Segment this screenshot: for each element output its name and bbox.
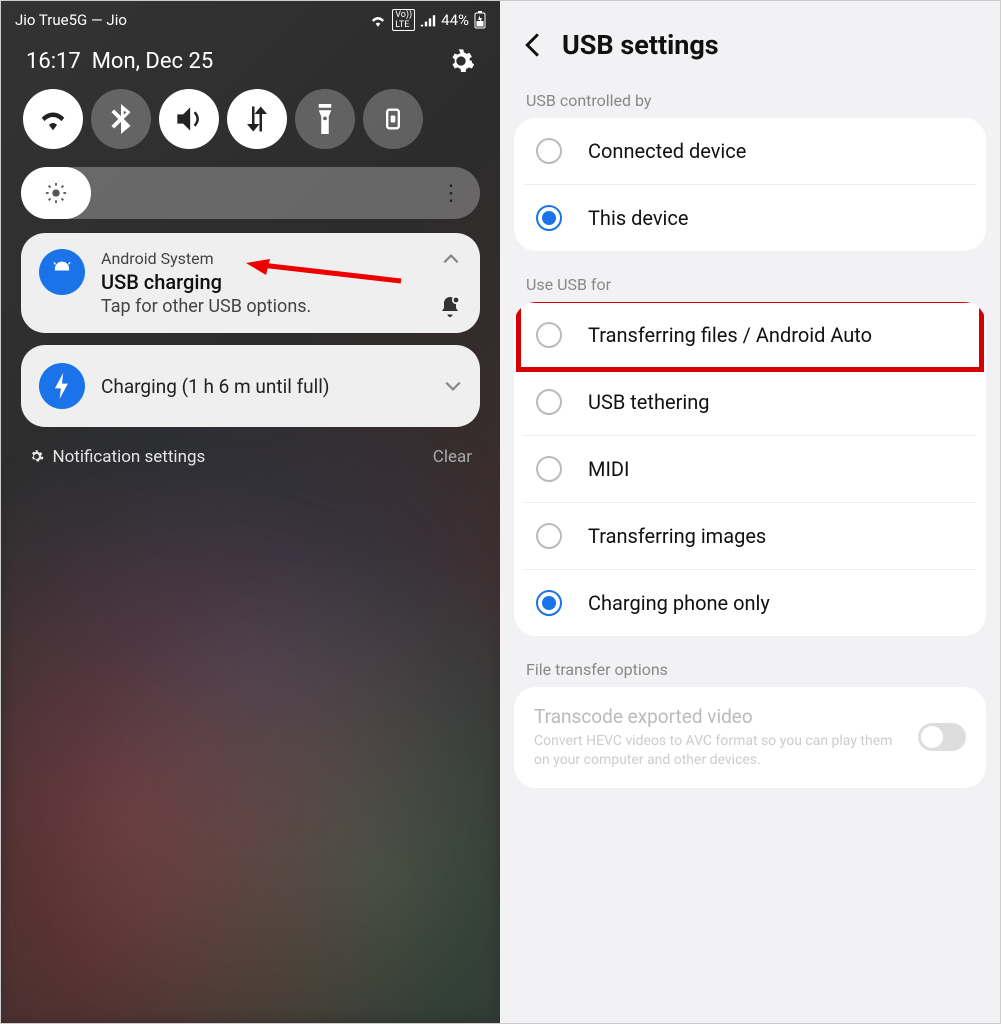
bolt-icon [39, 363, 85, 409]
radio-icon [536, 322, 562, 348]
transcode-sub: Convert HEVC videos to AVC format so you… [534, 732, 904, 770]
radio-icon [536, 523, 562, 549]
shade-header: 16:17 Mon, Dec 25 [1, 37, 500, 83]
annotation-arrow-icon [246, 259, 406, 289]
volte-icon: Vo))LTE [392, 9, 415, 31]
gear-icon[interactable] [447, 47, 475, 75]
radio-label: Transferring images [588, 524, 766, 548]
radio-midi[interactable]: MIDI [524, 435, 976, 502]
sound-toggle[interactable] [159, 89, 219, 149]
use-usb-group: Transferring files / Android Auto USB te… [514, 302, 986, 636]
more-icon[interactable]: ⋮ [440, 181, 462, 206]
brightness-thumb[interactable] [21, 167, 91, 219]
flashlight-toggle[interactable] [295, 89, 355, 149]
notification-sub: Tap for other USB options. [101, 296, 311, 317]
bell-icon[interactable] [438, 295, 462, 319]
radio-charging-only[interactable]: Charging phone only [524, 569, 976, 636]
brightness-slider[interactable]: ⋮ [21, 167, 480, 219]
android-icon [39, 249, 85, 295]
radio-label: Charging phone only [588, 591, 770, 615]
radio-icon [536, 138, 562, 164]
radio-this-device[interactable]: This device [524, 184, 976, 251]
radio-label: Connected device [588, 139, 746, 163]
section-usb-controlled-by: USB controlled by [500, 69, 1000, 116]
data-toggle[interactable] [227, 89, 287, 149]
charging-notification[interactable]: Charging (1 h 6 m until full) [21, 345, 480, 427]
usb-controlled-group: Connected device This device [514, 118, 986, 251]
rotation-toggle[interactable] [363, 89, 423, 149]
notification-settings-link[interactable]: Notification settings [29, 447, 205, 467]
settings-header: USB settings [500, 1, 1000, 69]
chevron-down-icon[interactable] [444, 380, 462, 392]
radio-transferring-images[interactable]: Transferring images [524, 502, 976, 569]
page-title: USB settings [562, 29, 719, 61]
battery-percent: 44% [441, 11, 469, 29]
radio-icon [536, 205, 562, 231]
charging-title: Charging (1 h 6 m until full) [101, 375, 428, 398]
radio-label: USB tethering [588, 390, 710, 414]
radio-icon [536, 389, 562, 415]
status-bar: Jio True5G — Jio Vo))LTE 44% [1, 1, 500, 37]
sun-icon [45, 182, 67, 204]
usb-notification[interactable]: Android System USB charging Tap for othe… [21, 233, 480, 333]
gear-small-icon [29, 449, 44, 464]
wifi-icon [369, 13, 387, 27]
section-use-usb-for: Use USB for [500, 253, 1000, 300]
usb-settings-screen: USB settings USB controlled by Connected… [500, 1, 1000, 1023]
section-file-transfer-options: File transfer options [500, 638, 1000, 685]
shade-footer: Notification settings Clear [1, 439, 500, 475]
radio-label: MIDI [588, 457, 629, 481]
radio-usb-tethering[interactable]: USB tethering [524, 368, 976, 435]
chevron-up-icon[interactable] [442, 253, 460, 265]
notification-shade: Jio True5G — Jio Vo))LTE 44% 16:17 Mon, … [1, 1, 500, 1023]
battery-icon [474, 11, 486, 29]
radio-label: This device [588, 206, 688, 230]
radio-connected-device[interactable]: Connected device [514, 118, 986, 184]
carrier-text: Jio True5G — Jio [15, 11, 127, 29]
signal-icon [420, 13, 436, 27]
transcode-title: Transcode exported video [534, 705, 904, 728]
back-icon[interactable] [522, 32, 542, 58]
status-icons: Vo))LTE 44% [369, 9, 486, 31]
radio-icon [536, 456, 562, 482]
clear-button[interactable]: Clear [433, 447, 472, 467]
shade-datetime: 16:17 Mon, Dec 25 [26, 49, 213, 74]
wifi-toggle[interactable] [23, 89, 83, 149]
quick-toggles [1, 83, 500, 159]
radio-label: Transferring files / Android Auto [588, 323, 872, 347]
transcode-row[interactable]: Transcode exported video Convert HEVC vi… [514, 687, 986, 788]
bluetooth-toggle[interactable] [91, 89, 151, 149]
radio-icon [536, 590, 562, 616]
radio-transferring-files[interactable]: Transferring files / Android Auto [514, 302, 986, 368]
transcode-switch[interactable] [918, 723, 966, 751]
